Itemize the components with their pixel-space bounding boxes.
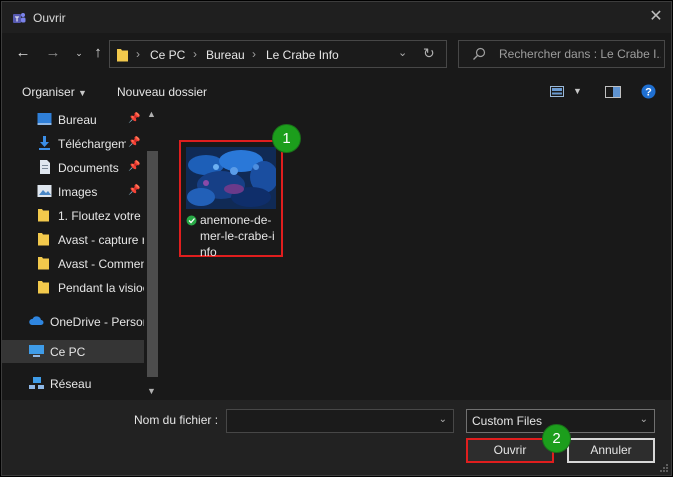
folder-icon <box>38 281 49 294</box>
filename-combobox[interactable]: ⌄ <box>226 409 454 433</box>
breadcrumb-le-crabe-info[interactable]: Le Crabe Info <box>266 48 339 62</box>
cancel-button[interactable]: Annuler <box>567 438 655 463</box>
pin-icon[interactable]: 📌 <box>128 161 140 172</box>
up-arrow-icon[interactable]: ↑ <box>89 42 107 64</box>
sidebar-item-label: Images <box>58 185 98 199</box>
pin-icon[interactable]: 📌 <box>128 137 140 148</box>
chevron-down-icon: ▼ <box>78 88 87 98</box>
sidebar-item-label: Avast - Commen <box>58 257 144 271</box>
sidebar-item-telechargements[interactable]: Téléchargements 📌 <box>2 132 144 155</box>
organize-button[interactable]: Organiser ▼ <box>22 85 87 99</box>
scroll-up-icon[interactable]: ▲ <box>147 109 156 119</box>
sync-status-check-icon <box>186 215 197 226</box>
pin-icon[interactable]: 📌 <box>128 113 140 124</box>
breadcrumb-separator-icon: › <box>193 47 197 61</box>
file-thumbnail-image <box>186 147 276 209</box>
window-title: Ouvrir <box>33 11 66 25</box>
sidebar-item-folder-avast-capture[interactable]: Avast - capture r <box>2 228 144 251</box>
computer-icon <box>29 345 44 357</box>
sidebar-item-folder-floutez[interactable]: 1. Floutez votre e <box>2 204 144 227</box>
sidebar-item-label: Bureau <box>58 113 97 127</box>
sidebar-item-folder-avast-comment[interactable]: Avast - Commen <box>2 252 144 275</box>
scrollbar-thumb[interactable] <box>147 151 158 377</box>
svg-text:?: ? <box>645 87 652 99</box>
sidebar-item-images[interactable]: Images 📌 <box>2 180 144 203</box>
filename-input[interactable] <box>231 413 431 429</box>
preview-pane-icon[interactable] <box>605 86 621 98</box>
view-options-icon[interactable] <box>550 86 564 97</box>
image-icon <box>37 185 52 197</box>
breadcrumb-bureau[interactable]: Bureau <box>206 48 245 62</box>
sidebar-item-ce-pc[interactable]: Ce PC <box>2 340 144 363</box>
sidebar-item-label: 1. Floutez votre e <box>58 209 144 223</box>
view-dropdown-icon[interactable]: ▼ <box>573 86 582 96</box>
sidebar-item-label: Documents <box>58 161 119 175</box>
sidebar-item-label: Avast - capture r <box>58 233 144 247</box>
folder-icon <box>38 233 49 246</box>
recent-locations-chevron-icon[interactable]: ⌄ <box>70 42 88 64</box>
sidebar-item-bureau[interactable]: Bureau 📌 <box>2 108 144 131</box>
chevron-down-icon[interactable]: ⌄ <box>439 414 447 425</box>
sidebar-item-folder-pendant[interactable]: Pendant la visioc <box>2 276 144 299</box>
sidebar-item-label: Pendant la visioc <box>58 281 144 295</box>
refresh-icon[interactable]: ↻ <box>423 45 435 62</box>
network-icon <box>29 377 44 389</box>
annotation-badge-2: 2 <box>542 424 571 453</box>
cloud-icon <box>29 316 44 325</box>
file-list-area: anemone-de-mer-le-crabe-info 1 <box>161 107 671 400</box>
sidebar-item-documents[interactable]: Documents 📌 <box>2 156 144 179</box>
breadcrumb-ce-pc[interactable]: Ce PC <box>150 48 185 62</box>
address-dropdown-icon[interactable]: ⌄ <box>398 46 407 59</box>
scroll-down-icon[interactable]: ▼ <box>147 386 156 396</box>
help-icon[interactable]: ? <box>641 84 656 99</box>
sidebar-item-label: OneDrive - Person <box>50 315 144 329</box>
sidebar-scrollbar[interactable]: ▲ ▼ <box>144 107 161 400</box>
folder-icon <box>117 49 128 62</box>
file-item[interactable]: anemone-de-mer-le-crabe-info <box>179 140 283 259</box>
navigation-pane: Bureau 📌 Téléchargements 📌 Documents 📌 I… <box>2 107 161 400</box>
breadcrumb-separator-icon: › <box>136 47 140 61</box>
search-icon <box>473 47 486 60</box>
sidebar-item-label: Téléchargements <box>58 137 126 151</box>
search-box[interactable] <box>458 40 665 68</box>
file-type-filter-value: Custom Files <box>472 414 543 428</box>
sidebar-item-label: Réseau <box>50 377 92 391</box>
resize-grip-icon[interactable] <box>659 463 669 473</box>
command-toolbar: Organiser ▼ Nouveau dossier ▼ ? <box>2 77 671 105</box>
dialog-footer: Nom du fichier : ⌄ Custom Files ⌄ Ouvrir… <box>2 400 671 475</box>
svg-text:T: T <box>15 17 20 24</box>
title-bar: T Ouvrir ✕ <box>2 2 671 33</box>
file-name: anemone-de-mer-le-crabe-info <box>200 213 275 259</box>
pin-icon[interactable]: 📌 <box>128 185 140 196</box>
new-folder-button[interactable]: Nouveau dossier <box>117 85 207 99</box>
address-bar[interactable]: › Ce PC › Bureau › Le Crabe Info ⌄ ↻ <box>109 40 447 68</box>
search-input[interactable] <box>499 46 661 62</box>
forward-arrow-icon[interactable]: → <box>44 42 62 64</box>
open-file-dialog: T Ouvrir ✕ ← → ⌄ ↑ › Ce PC › Bureau › Le… <box>1 1 672 476</box>
sidebar-item-onedrive[interactable]: OneDrive - Person <box>2 310 144 333</box>
folder-icon <box>38 257 49 270</box>
breadcrumb-separator-icon: › <box>252 47 256 61</box>
open-button[interactable]: Ouvrir <box>466 438 554 463</box>
annotation-badge-1: 1 <box>272 124 301 153</box>
back-arrow-icon[interactable]: ← <box>14 42 32 64</box>
sidebar-item-reseau[interactable]: Réseau <box>2 372 144 395</box>
filename-label: Nom du fichier : <box>134 413 219 427</box>
document-icon <box>40 160 50 174</box>
sidebar-item-label: Ce PC <box>50 345 86 359</box>
download-icon <box>39 136 50 150</box>
close-icon[interactable]: ✕ <box>647 8 665 26</box>
teams-app-icon: T <box>13 13 26 24</box>
organize-label: Organiser <box>22 85 75 99</box>
desktop-icon <box>37 113 52 125</box>
folder-icon <box>38 209 49 222</box>
chevron-down-icon: ⌄ <box>639 414 648 425</box>
